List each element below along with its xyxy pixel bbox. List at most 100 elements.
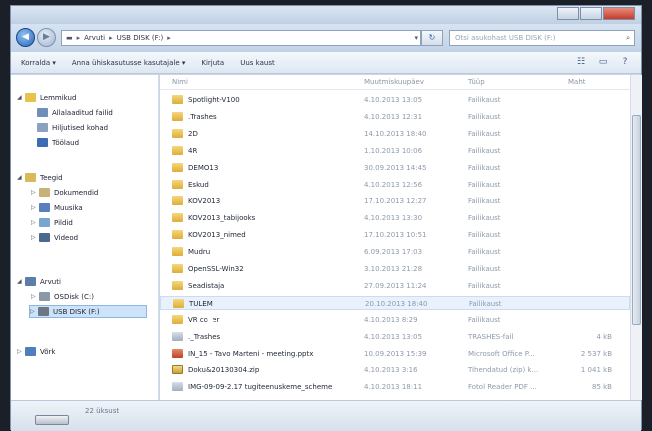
nav-usb-disk[interactable]: ▷ USB DISK (F:) (29, 305, 147, 318)
file-row[interactable]: VR cover 4.10.2013 8:29 Failikaust (160, 313, 630, 327)
file-name: IMG-09-09-2.17 tugiteenuskeme_scheme (188, 383, 333, 392)
vertical-scrollbar[interactable] (630, 75, 642, 400)
nav-network[interactable]: ▷ Võrk (17, 345, 55, 358)
nav-computer[interactable]: ◢ Arvuti (17, 275, 61, 288)
nav-downloads[interactable]: Allalaaditud failid (37, 106, 113, 119)
new-folder-button[interactable]: Uus kaust (240, 59, 274, 67)
breadcrumb-usb-disk[interactable]: USB DISK (F:) (117, 34, 164, 42)
nav-downloads-label: Allalaaditud failid (52, 108, 113, 117)
file-row[interactable]: KOV2013_tabijooks 4.10.2013 13:30 Failikau… (160, 211, 630, 225)
column-date[interactable]: Muutmiskuupäev (364, 78, 424, 86)
address-bar[interactable]: ▬ ▸ Arvuti ▸ USB DISK (F:) ▸ ▾ (61, 30, 421, 46)
computer-icon (25, 277, 36, 286)
file-name: 4R (188, 146, 198, 155)
arrow-right-icon: ▶ (43, 32, 50, 42)
nav-libraries[interactable]: ◢ Teegid (17, 171, 63, 184)
view-controls: ☷ ▭ ? (567, 56, 633, 69)
column-name[interactable]: Nimi (172, 78, 188, 86)
collapse-arrow-icon[interactable]: ▷ (31, 234, 39, 241)
address-dropdown-icon[interactable]: ▾ (414, 34, 418, 42)
expand-arrow-icon[interactable]: ◢ (17, 174, 25, 181)
file-row[interactable]: Eskud 4.10.2013 12:56 Failikaust (160, 178, 630, 192)
minimize-button[interactable] (557, 7, 579, 20)
collapse-arrow-icon[interactable]: ▷ (30, 308, 38, 315)
file-row[interactable]: Doku&20130304.zip 4.10.2013 3:16 Tihendatu… (160, 363, 630, 377)
column-size[interactable]: Maht (568, 78, 586, 86)
close-button[interactable] (603, 7, 635, 20)
nav-desktop[interactable]: Töölaud (37, 136, 79, 149)
column-type[interactable]: Tüüp (468, 78, 485, 86)
expand-arrow-icon[interactable]: ◢ (17, 94, 25, 101)
maximize-button[interactable] (580, 7, 602, 20)
file-row[interactable]: TULEM 20.10.2013 18:40 Failikaust (160, 295, 630, 310)
nav-favorites[interactable]: ◢ Lemmikud (17, 91, 76, 104)
file-type: Failikaust (468, 163, 501, 172)
file-size: 4 kB (596, 332, 612, 341)
nav-osdisk[interactable]: ▷ OSDisk (C:) (31, 290, 94, 303)
collapse-arrow-icon[interactable]: ▷ (31, 293, 39, 300)
collapse-arrow-icon[interactable]: ▷ (31, 189, 39, 196)
file-row[interactable]: KOV2013_nimed 17.10.2013 10:51 Failikaust (160, 228, 630, 242)
nav-music[interactable]: ▷ Muusika (31, 201, 83, 214)
burn-button[interactable]: Kirjuta (201, 59, 224, 67)
nav-videos[interactable]: ▷ Videod (31, 231, 78, 244)
file-name: 2D (188, 129, 198, 138)
search-icon[interactable]: ⌕ (626, 31, 630, 45)
file-row[interactable]: KOV2013 17.10.2013 12:27 Failikaust (160, 194, 630, 208)
share-button[interactable]: Anna ühiskasutusse kasutajale ▾ (72, 59, 186, 67)
collapse-arrow-icon[interactable]: ▷ (31, 204, 39, 211)
zip-file-icon (172, 365, 183, 375)
file-size: 1 041 kB (580, 366, 612, 375)
nav-documents[interactable]: ▷ Dokumendid (31, 186, 98, 199)
file-name: KOV2013_nimed (188, 231, 246, 240)
expand-arrow-icon[interactable]: ◢ (17, 278, 25, 285)
nav-desktop-label: Töölaud (52, 138, 80, 147)
file-row[interactable]: ._Trashes 4.10.2013 13:05 TRASHES-fail 4 kB (160, 330, 630, 344)
file-row[interactable]: Seadistaja 27.09.2013 11:24 Failikaust (160, 279, 630, 293)
file-row[interactable]: 4R 1.10.2013 10:06 Failikaust (160, 144, 630, 158)
preview-pane-icon[interactable]: ▭ (595, 56, 611, 69)
command-bar: Korralda ▾ Anna ühiskasutusse kasutajale… (11, 52, 641, 74)
nav-osdisk-label: OSDisk (C:) (54, 292, 94, 301)
file-row[interactable]: Spotlight-V100 4.10.2013 13:05 Failikaust (160, 93, 630, 107)
breadcrumb-computer[interactable]: Arvuti (84, 34, 105, 42)
file-row[interactable]: IN_15 - Tavo Marteni - meeting.pptx 10.09… (160, 347, 630, 361)
file-date: 20.10.2013 18:40 (365, 299, 428, 308)
item-count: 22 üksust (85, 407, 120, 415)
forward-button[interactable]: ▶ (37, 28, 56, 47)
file-row[interactable]: 2D 14.10.2013 18:40 Failikaust (160, 127, 630, 141)
file-date: 4.10.2013 18:11 (364, 383, 423, 392)
file-type: Failikaust (468, 214, 501, 223)
file-date: 1.10.2013 10:06 (364, 146, 423, 155)
file-type: Failikaust (468, 281, 501, 290)
file-row[interactable]: DEMO13 30.09.2013 14:45 Failikaust (160, 161, 630, 175)
file-row[interactable]: Mudru 6.09.2013 17:03 Failikaust (160, 245, 630, 259)
folder-icon (172, 179, 183, 189)
nav-network-label: Võrk (40, 347, 56, 356)
file-row[interactable]: .Trashes 4.10.2013 12:31 Failikaust (160, 110, 630, 124)
folder-icon (172, 230, 183, 240)
file-name: .Trashes (188, 112, 217, 121)
back-button[interactable]: ◀ (16, 28, 35, 47)
nav-pictures[interactable]: ▷ Pildid (31, 216, 73, 229)
view-options-icon[interactable]: ☷ (573, 56, 589, 69)
organize-button[interactable]: Korralda ▾ (21, 59, 56, 67)
file-date: 4.10.2013 12:31 (364, 112, 423, 121)
collapse-arrow-icon[interactable]: ▷ (31, 219, 39, 226)
nav-videos-label: Videod (54, 233, 79, 242)
file-date: 4.10.2013 13:05 (364, 96, 423, 104)
collapse-arrow-icon[interactable]: ▷ (17, 348, 25, 355)
file-date: 27.09.2013 11:24 (364, 281, 427, 290)
scrollbar-thumb[interactable] (632, 115, 641, 325)
refresh-button[interactable]: ↻ (421, 30, 443, 46)
file-date: 17.10.2013 12:27 (364, 197, 427, 206)
usb-drive-large-icon (35, 415, 69, 425)
help-icon[interactable]: ? (617, 56, 633, 69)
nav-libraries-label: Teegid (40, 173, 63, 182)
search-input[interactable]: Otsi asukohast USB DISK (F:) ⌕ (449, 30, 635, 46)
file-date: 6.09.2013 17:03 (364, 248, 423, 257)
file-row[interactable]: IMG-09-09-2.17 tugiteenuskeme_scheme 4.10… (160, 380, 630, 394)
folder-icon (172, 280, 183, 290)
nav-recent-places[interactable]: Hiljutised kohad (37, 121, 108, 134)
file-row[interactable]: OpenSSL-Win32 3.10.2013 21:28 Failikaust (160, 262, 630, 276)
